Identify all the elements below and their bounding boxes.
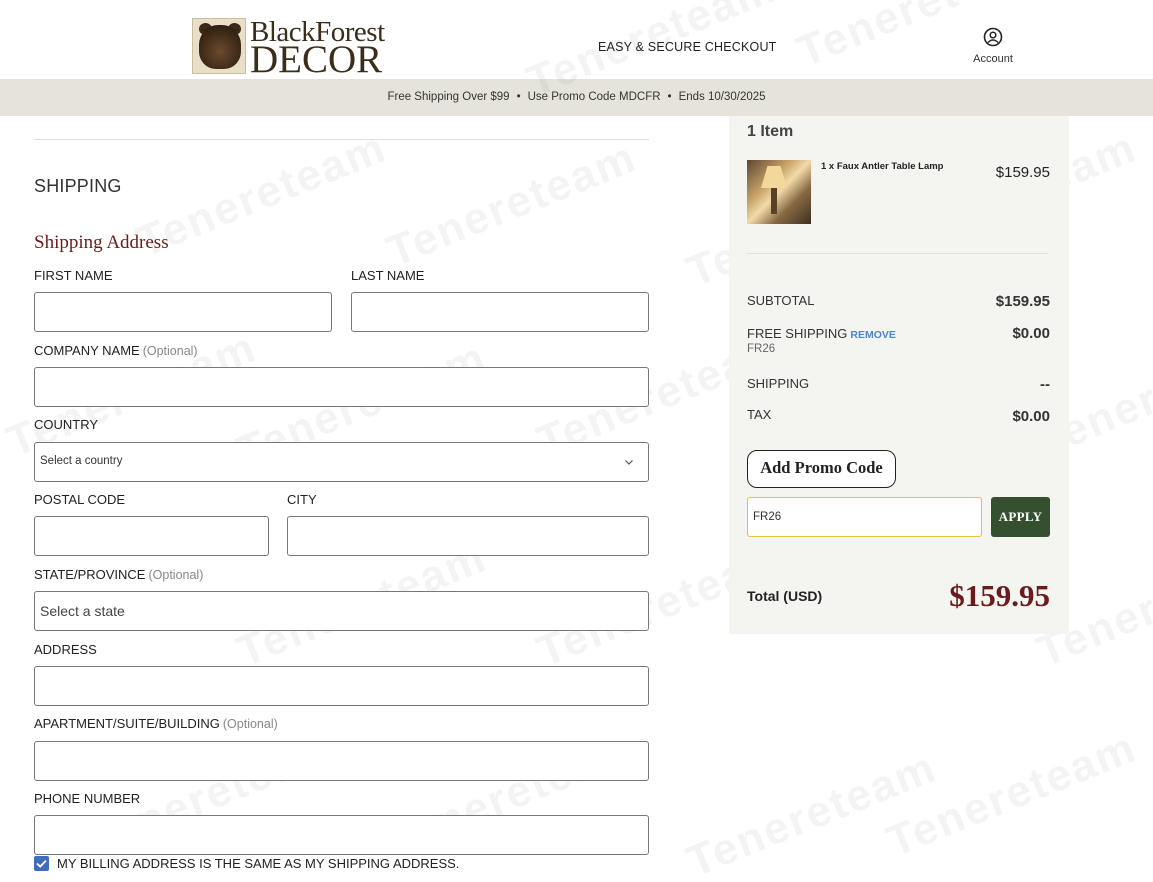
phone-label: PHONE NUMBER xyxy=(34,791,141,806)
city-field[interactable] xyxy=(287,516,649,556)
tax-label: TAX xyxy=(747,407,772,422)
address-field[interactable] xyxy=(34,666,649,706)
phone-field[interactable] xyxy=(34,815,649,855)
subtotal-value: $159.95 xyxy=(995,293,1050,310)
apartment-input[interactable] xyxy=(35,742,648,780)
billing-same-label: MY BILLING ADDRESS IS THE SAME AS MY SHI… xyxy=(57,856,460,871)
tax-value: $0.00 xyxy=(1012,408,1050,425)
promo-code-value: FR26 xyxy=(753,511,782,523)
country-select[interactable]: Select a country xyxy=(34,442,649,482)
country-label: COUNTRY xyxy=(34,417,99,432)
optional-hint: (Optional) xyxy=(222,717,278,731)
brand-logo[interactable]: BlackForest DECOR xyxy=(192,16,392,79)
country-select-value: Select a country xyxy=(40,455,123,467)
apply-button[interactable]: APPLY xyxy=(991,497,1050,537)
promo-separator: • xyxy=(516,91,521,103)
site-header: BlackForest DECOR EASY & SECURE CHECKOUT… xyxy=(0,0,1153,79)
checkmark-icon xyxy=(36,859,47,868)
company-name-label: COMPANY NAME (Optional) xyxy=(34,343,198,358)
state-label-text: STATE/PROVINCE xyxy=(34,567,146,582)
promo-code-input[interactable]: FR26 xyxy=(747,497,982,537)
promo-item-code: Use Promo Code MDCFR xyxy=(527,91,661,103)
state-select[interactable]: Select a state xyxy=(34,591,649,631)
bear-logo-icon xyxy=(192,18,246,74)
first-name-field[interactable] xyxy=(34,292,332,332)
company-name-label-text: COMPANY NAME xyxy=(34,343,140,358)
postal-code-label: POSTAL CODE xyxy=(34,492,126,507)
phone-input[interactable] xyxy=(35,816,648,854)
logo-line2: DECOR xyxy=(250,38,383,81)
product-price: $159.95 xyxy=(995,164,1050,181)
subtotal-label: SUBTOTAL xyxy=(747,293,815,308)
add-promo-code-button[interactable]: Add Promo Code xyxy=(747,450,896,488)
checkout-title: EASY & SECURE CHECKOUT xyxy=(598,40,777,54)
optional-hint: (Optional) xyxy=(148,568,204,582)
first-name-label: FIRST NAME xyxy=(34,268,113,283)
product-thumbnail xyxy=(747,160,811,224)
state-select-value: Select a state xyxy=(40,603,125,619)
free-shipping-value: $0.00 xyxy=(1012,325,1050,342)
state-label: STATE/PROVINCE (Optional) xyxy=(34,567,203,582)
section-title-shipping: SHIPPING xyxy=(34,176,122,196)
apartment-label-text: APARTMENT/SUITE/BUILDING xyxy=(34,716,220,731)
promo-item-ends: Ends 10/30/2025 xyxy=(678,91,766,103)
summary-divider xyxy=(747,253,1048,254)
shipping-value: -- xyxy=(1040,376,1050,393)
product-name: 1 x Faux Antler Table Lamp xyxy=(821,161,944,172)
billing-same-checkbox[interactable] xyxy=(34,856,49,871)
city-input[interactable] xyxy=(288,517,648,555)
promo-separator: • xyxy=(667,91,672,103)
account-link[interactable]: Account xyxy=(966,27,1020,65)
shipping-label: SHIPPING xyxy=(747,376,810,391)
address-input[interactable] xyxy=(35,667,648,705)
last-name-input[interactable] xyxy=(352,293,648,331)
free-shipping-label-text: FREE SHIPPING xyxy=(747,326,848,341)
optional-hint: (Optional) xyxy=(142,344,198,358)
apartment-field[interactable] xyxy=(34,741,649,781)
total-value: $159.95 xyxy=(949,578,1050,613)
account-label: Account xyxy=(973,53,1013,65)
company-name-input[interactable] xyxy=(35,368,648,406)
postal-code-field[interactable] xyxy=(34,516,269,556)
chevron-down-icon xyxy=(625,460,633,465)
free-shipping-label: FREE SHIPPING REMOVE xyxy=(747,326,896,341)
city-label: CITY xyxy=(287,492,317,507)
applied-code: FR26 xyxy=(747,343,776,355)
promo-banner: Free Shipping Over $99 • Use Promo Code MD… xyxy=(0,79,1153,116)
last-name-label: LAST NAME xyxy=(351,268,425,283)
form-divider xyxy=(34,139,649,140)
user-circle-icon xyxy=(983,27,1003,47)
shipping-address-heading: Shipping Address xyxy=(34,232,169,253)
total-label: Total (USD) xyxy=(747,588,823,604)
last-name-field[interactable] xyxy=(351,292,649,332)
company-name-field[interactable] xyxy=(34,367,649,407)
promo-item-shipping: Free Shipping Over $99 xyxy=(387,91,510,103)
remove-promo-link[interactable]: REMOVE xyxy=(850,329,896,341)
items-count: 1 Item xyxy=(747,123,794,140)
first-name-input[interactable] xyxy=(35,293,331,331)
postal-code-input[interactable] xyxy=(35,517,268,555)
address-label: ADDRESS xyxy=(34,642,97,657)
apartment-label: APARTMENT/SUITE/BUILDING (Optional) xyxy=(34,716,278,731)
order-summary: 1 Item 1 x Faux Antler Table Lamp $159.9… xyxy=(729,116,1069,634)
